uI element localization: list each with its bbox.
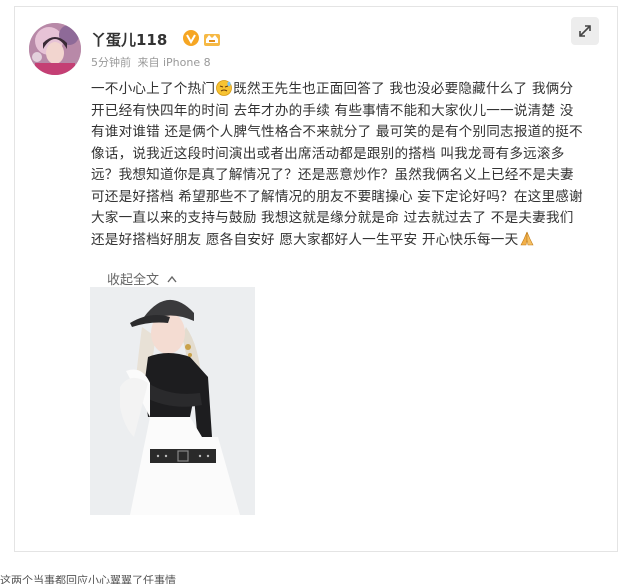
avatar[interactable] [29,23,81,75]
praying-hands-emoji [520,231,534,245]
caption-text: 这两个当事都回应小心翼翼了任事情 [0,574,176,584]
post-line-text: 一不小心上了个热门 [91,81,216,97]
post-line-6: 可还是好搭档 希望那些不了解情况的朋友不要瞎操心 妄下定论好吗？在这里感谢 [91,188,583,205]
expand-arrows-icon [579,25,591,37]
chevron-up-icon [167,275,177,282]
collapse-label: 收起全文 [107,273,160,288]
verified-v-icon [183,30,199,46]
post-line-3: 有谁对谁错 还是俩个人脾气性格合不来就分了 最可笑的是有个别同志报道的挺不 [91,124,583,140]
sweat-smile-emoji [216,80,233,96]
post-line-8: 还是好搭档好朋友 愿各自安好 愿大家都好人一生平安 开心快乐每一天 [91,230,571,252]
weibo-post-card: 丫蛋儿118 5分钟前 来自 iPhone 8 一不小心上了个热门 既然王先生也… [14,6,618,552]
collapse-full-text-link[interactable]: 收起全文 [107,269,177,288]
post-time[interactable]: 5分钟前 [91,56,131,69]
post-line-4: 像话，说我近这段时间演出或者出席活动都是跟别的搭档 叫我龙哥有多远滚多 [91,145,565,162]
post-body: 一不小心上了个热门 既然王先生也正面回答了 我也没必要隐藏什么了 我俩分 开已经… [91,79,583,252]
post-line-text: 还是好搭档好朋友 愿各自安好 愿大家都好人一生平安 开心快乐每一天 [91,231,519,248]
crown-level-icon [204,34,220,46]
post-source: 来自 iPhone 8 [137,56,211,69]
post-line-text: 既然王先生也正面回答了 我也没必要隐藏什么了 我俩分 [233,81,574,97]
post-line-1: 一不小心上了个热门 既然王先生也正面回答了 我也没必要隐藏什么了 我俩分 [91,79,574,101]
username[interactable]: 丫蛋儿118 [91,29,167,50]
post-line-2: 开已经有快四年的时间 去年才办的手续 有些事情不能和大家伙儿一一说清楚 没 [91,102,574,119]
post-image[interactable] [90,287,255,515]
expand-button[interactable] [571,17,599,45]
post-meta: 5分钟前 来自 iPhone 8 [91,54,211,70]
post-line-7: 大家一直以来的支持与鼓励 我想这就是缘分就是命 过去就过去了 不是夫妻我们 [91,210,574,226]
post-line-5: 远？我想知道你是真了解情况了？还是恶意炒作？虽然我俩名义上已经不是夫妻 [91,167,574,183]
